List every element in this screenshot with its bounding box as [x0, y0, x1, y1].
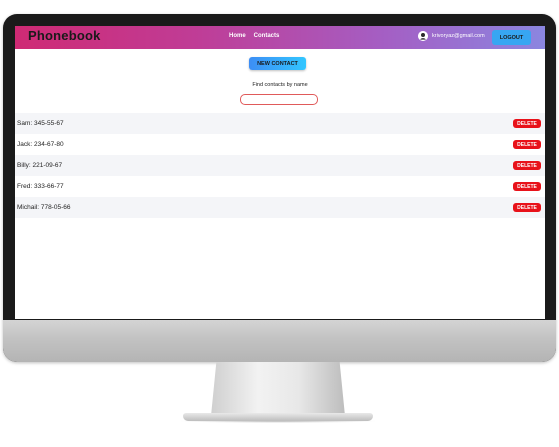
monitor-base	[183, 413, 373, 421]
new-contact-button[interactable]: NEW CONTACT	[249, 57, 306, 70]
contact-row: Fred: 333-66-77 DELETE	[15, 176, 545, 197]
contact-entry: Sam: 345-55-67	[17, 120, 64, 127]
delete-button[interactable]: DELETE	[513, 203, 541, 212]
contact-row: Sam: 345-55-67 DELETE	[15, 113, 545, 134]
logout-button[interactable]: LOGOUT	[492, 30, 531, 45]
contact-entry: Michail: 778-05-66	[17, 204, 71, 211]
contact-row: Jack: 234-67-80 DELETE	[15, 134, 545, 155]
contact-entry: Jack: 234-67-80	[17, 141, 64, 148]
search-input[interactable]	[240, 94, 318, 105]
nav-link-contacts[interactable]: Contacts	[254, 33, 280, 39]
monitor-stand	[211, 362, 345, 416]
app-logo: Phonebook	[28, 28, 101, 43]
contact-row: Billy: 221-09-67 DELETE	[15, 155, 545, 176]
delete-button[interactable]: DELETE	[513, 161, 541, 170]
main-nav: Home Contacts	[229, 33, 279, 39]
contact-list: Sam: 345-55-67 DELETE Jack: 234-67-80 DE…	[15, 113, 545, 218]
delete-button[interactable]: DELETE	[513, 119, 541, 128]
contact-row: Michail: 778-05-66 DELETE	[15, 197, 545, 218]
user-email: krivoryaz@gmail.com	[432, 33, 485, 39]
delete-button[interactable]: DELETE	[513, 182, 541, 191]
app-screen: Phonebook Home Contacts krivoryaz@gmail.…	[15, 26, 545, 319]
find-contacts-label: Find contacts by name	[252, 82, 308, 88]
delete-button[interactable]: DELETE	[513, 140, 541, 149]
contact-entry: Billy: 221-09-67	[17, 162, 63, 169]
nav-link-home[interactable]: Home	[229, 33, 246, 39]
user-menu: krivoryaz@gmail.com	[418, 31, 485, 41]
user-avatar-icon	[418, 31, 428, 41]
contact-entry: Fred: 333-66-77	[17, 183, 64, 190]
app-header: Phonebook Home Contacts krivoryaz@gmail.…	[15, 26, 545, 49]
monitor-chin	[3, 320, 556, 362]
monitor-frame: Phonebook Home Contacts krivoryaz@gmail.…	[3, 14, 556, 362]
